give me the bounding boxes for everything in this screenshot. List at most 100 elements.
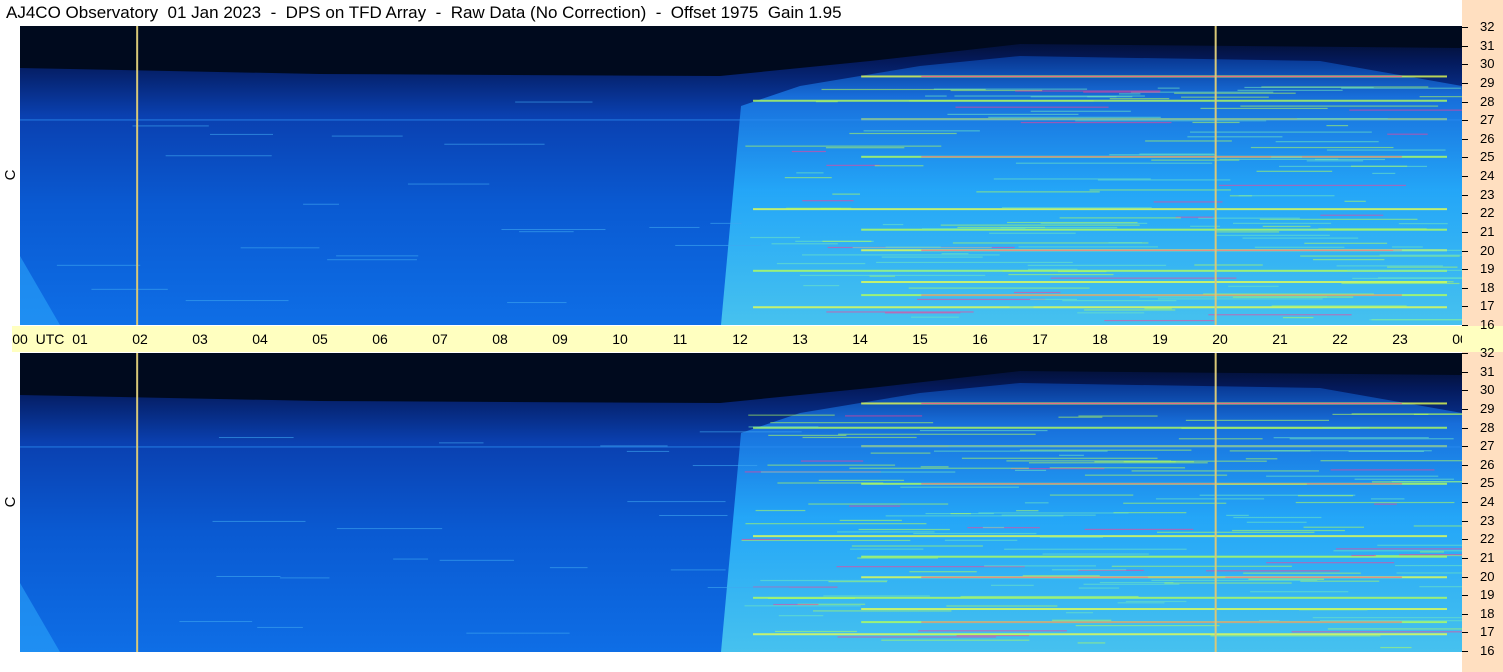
signal-streak: [1075, 624, 1220, 627]
freq-tick-mark: [1462, 557, 1468, 559]
rcp-spectrogram-plot: [20, 26, 1462, 325]
signal-streak: [1259, 218, 1418, 220]
signal-streak: [801, 254, 1000, 256]
freq-tick-label: 18: [1480, 605, 1495, 621]
signal-streak: [839, 519, 902, 522]
signal-streak: [407, 183, 490, 185]
signal-streak: [870, 452, 931, 454]
signal-streak: [327, 259, 417, 261]
signal-streak: [849, 132, 957, 135]
signal-streak: [918, 630, 1067, 632]
signal-streak: [1024, 502, 1049, 504]
freq-tick-label: 30: [1480, 56, 1495, 72]
signal-streak: [1185, 419, 1330, 422]
signal-streak: [750, 236, 800, 239]
freq-tick-label: 20: [1480, 568, 1495, 584]
time-tick-label: 10: [612, 331, 628, 347]
signal-streak: [984, 565, 1096, 567]
signal-streak: [1148, 576, 1226, 578]
signal-streak: [1000, 226, 1118, 229]
signal-streak: [1216, 231, 1280, 233]
signal-streak: [1419, 551, 1445, 553]
signal-streak: [1109, 154, 1216, 156]
signal-streak: [218, 437, 294, 439]
signal-streak: [1393, 249, 1462, 251]
signal-streak: [1333, 550, 1462, 552]
time-tick-label: 12: [732, 331, 748, 347]
signal-streak: [1300, 580, 1380, 582]
freq-tick-mark: [1462, 595, 1468, 597]
signal-streak: [1020, 121, 1172, 124]
time-tick-label: 11: [672, 331, 688, 347]
signal-streak: [438, 442, 484, 444]
signal-streak: [1326, 149, 1446, 151]
freq-tick-label: 19: [1480, 587, 1495, 603]
signal-streak: [849, 467, 1029, 469]
signal-streak: [1289, 438, 1454, 440]
freq-tick-label: 16: [1480, 643, 1495, 658]
signal-streak: [919, 429, 1048, 432]
signal-streak: [803, 284, 840, 287]
signal-streak: [501, 229, 606, 231]
freq-tick-label: 21: [1480, 549, 1495, 565]
signal-streak: [909, 100, 1094, 102]
signal-streak: [941, 253, 969, 255]
freq-tick-mark: [1462, 613, 1468, 615]
freq-tick-label: 17: [1480, 624, 1495, 640]
freq-tick-mark: [1462, 101, 1468, 103]
signal-streak: [799, 274, 986, 276]
signal-streak: [802, 436, 917, 439]
signal-streak: [1077, 312, 1145, 314]
signal-streak: [1157, 87, 1180, 89]
freq-tick-mark: [1462, 27, 1468, 28]
time-tick-label: 16: [972, 331, 988, 347]
bottom-margin: [0, 652, 1462, 672]
signal-streak: [1380, 646, 1412, 649]
signal-streak: [1271, 156, 1303, 158]
signal-streak: [796, 172, 824, 174]
freq-tick-mark: [1462, 325, 1468, 326]
signal-streak: [1377, 544, 1462, 546]
signal-streak: [755, 509, 806, 512]
signal-streak: [1349, 109, 1462, 111]
interference-peak: [921, 621, 1402, 623]
time-tick-label: 21: [1272, 331, 1288, 347]
signal-streak: [744, 605, 861, 607]
freq-tick-mark: [1462, 287, 1468, 289]
signal-streak: [1001, 207, 1152, 209]
signal-streak: [1084, 309, 1176, 311]
time-tick-label: 15: [912, 331, 928, 347]
carrier-line: [20, 446, 1462, 448]
signal-streak: [837, 636, 997, 638]
signal-streak: [1028, 268, 1078, 270]
signal-streak: [1232, 296, 1354, 298]
signal-streak: [91, 288, 168, 290]
signal-streak: [1372, 172, 1396, 175]
signal-streak: [989, 232, 1076, 234]
freq-tick-mark: [1462, 483, 1468, 485]
freq-tick-label: 22: [1480, 205, 1495, 221]
signal-streak: [925, 95, 947, 97]
freq-tick-label: 26: [1480, 130, 1495, 146]
rcp-frequency-axis: 16 17 18 19 20 21 22 23 24 25 26 27 28 29 30 31 32: [1462, 20, 1503, 332]
signal-streak: [393, 558, 429, 560]
signal-streak: [165, 155, 272, 157]
signal-streak: [1250, 146, 1394, 149]
signal-streak: [1059, 454, 1084, 456]
signal-streak: [185, 300, 289, 302]
signal-streak: [507, 302, 567, 304]
signal-streak: [336, 528, 443, 530]
signal-streak: [1099, 581, 1174, 584]
signal-streak: [988, 116, 1161, 118]
freq-tick-mark: [1462, 82, 1468, 84]
signal-streak: [1004, 548, 1187, 550]
signal-streak: [1083, 91, 1160, 93]
signal-streak: [1022, 575, 1100, 577]
signal-streak: [1175, 216, 1214, 218]
signal-streak: [1314, 158, 1386, 161]
signal-streak: [1205, 570, 1340, 572]
freq-tick-mark: [1462, 353, 1468, 354]
time-tick-label: 00: [12, 331, 28, 347]
signal-streak: [1108, 242, 1143, 244]
signal-streak: [1050, 277, 1237, 279]
